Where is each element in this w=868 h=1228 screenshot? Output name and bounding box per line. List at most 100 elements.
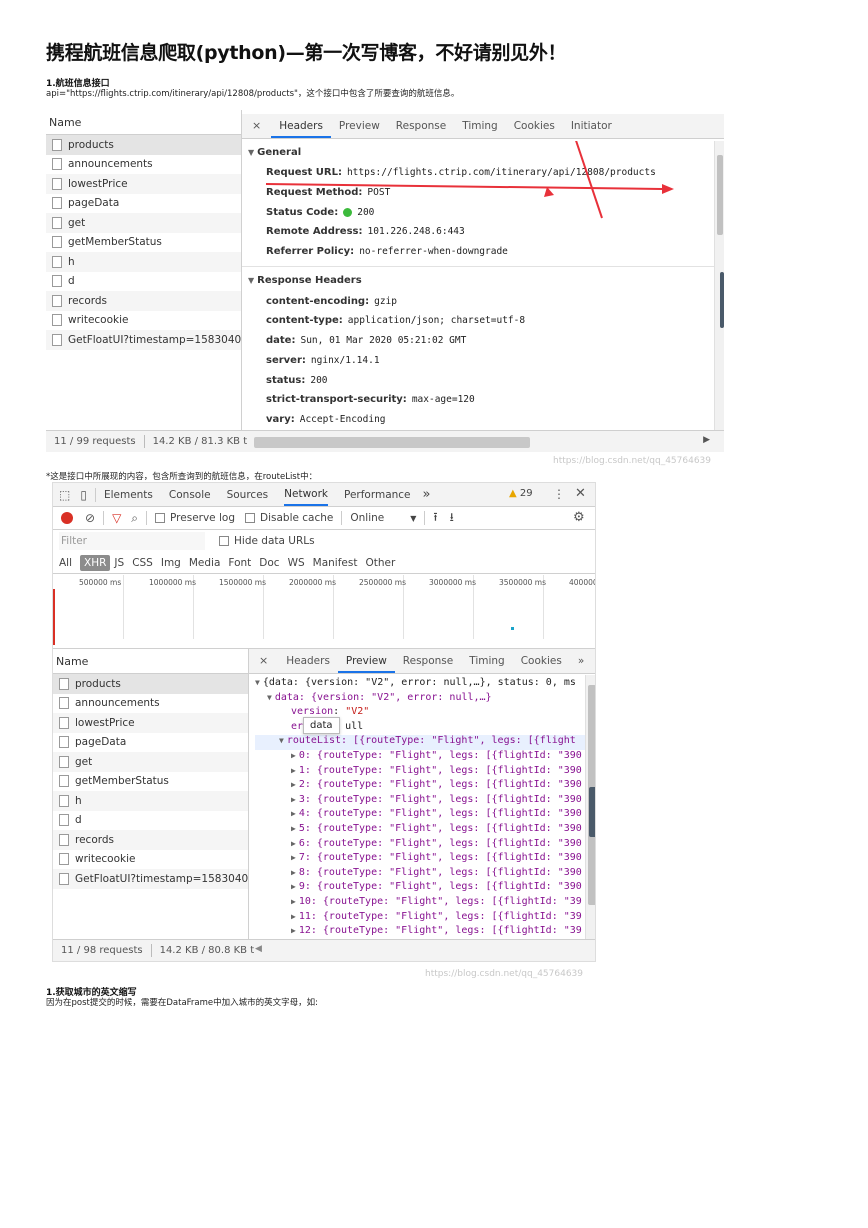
request-row[interactable]: GetFloatUI?timestamp=15830400... [46,330,241,350]
disable-cache-checkbox[interactable]: Disable cache [245,512,333,524]
request-row[interactable]: d [53,811,248,831]
request-row[interactable]: get [53,752,248,772]
name-column-header[interactable]: Name [46,110,241,135]
json-route-item[interactable]: ▶ 7: {routeType: "Flight", legs: [{flight… [255,852,585,867]
json-route-item[interactable]: ▶ 1: {routeType: "Flight", legs: [{flight… [255,765,585,780]
timeline-overview[interactable]: 500000 ms 1000000 ms 1500000 ms 2000000 ms 2… [53,575,595,649]
json-route-item[interactable]: ▶ 11: {routeType: "Flight", legs: [{fligh… [255,911,585,926]
tab-response[interactable]: Response [395,655,461,673]
tab-cookies[interactable]: Cookies [506,120,563,138]
tab-timing[interactable]: Timing [461,655,512,673]
header-value: gzip [374,295,397,307]
type-filter-all[interactable]: All [59,557,72,569]
request-row[interactable]: lowestPrice [46,174,241,194]
json-data-line[interactable]: ▼ data: {version: "V2", error: null,…} [255,692,585,707]
json-route-item[interactable]: ▶ 12: {routeType: "Flight", legs: [{fligh… [255,925,585,939]
header-key: content-type: [266,315,343,327]
json-route-item[interactable]: ▶ 5: {routeType: "Flight", legs: [{flight… [255,823,585,838]
response-headers-toggle[interactable]: ▼ Response Headers [242,269,714,291]
request-row[interactable]: writecookie [53,850,248,870]
tab-preview[interactable]: Preview [337,655,395,673]
json-route-text: 6: {routeType: "Flight", legs: [{flightI… [298,837,582,849]
json-routelist-line[interactable]: ▼ routeList: [{routeType: "Flight", legs:… [255,735,585,750]
request-row[interactable]: records [53,830,248,850]
request-row[interactable]: getMemberStatus [53,772,248,792]
type-filter-doc[interactable]: Doc [259,557,279,569]
inspect-icon[interactable]: ⬚ [59,488,70,502]
type-filter-ws[interactable]: WS [288,557,305,569]
request-row[interactable]: pageData [53,733,248,753]
type-filter-font[interactable]: Font [228,557,251,569]
tab-headers[interactable]: Headers [278,655,338,673]
tab-cookies[interactable]: Cookies [513,655,570,673]
preserve-log-checkbox[interactable]: Preserve log [155,512,235,524]
warning-badge[interactable]: ▲ 29 [509,488,533,499]
json-route-item[interactable]: ▶ 0: {routeType: "Flight", legs: [{flight… [255,750,585,765]
type-filter-css[interactable]: CSS [132,557,153,569]
tab-console[interactable]: Console [169,489,211,501]
name-column-header[interactable]: Name [53,649,248,674]
search-icon[interactable]: ⌕ [131,511,138,526]
settings-gear-icon[interactable]: ⚙ [573,510,585,525]
request-row[interactable]: announcements [46,155,241,175]
json-route-item[interactable]: ▶ 10: {routeType: "Flight", legs: [{fligh… [255,896,585,911]
tab-headers[interactable]: Headers [271,120,331,138]
filter-input[interactable]: Filter [59,532,205,550]
close-devtools-icon[interactable]: ✕ [575,486,586,501]
request-row[interactable]: products [46,135,241,155]
json-route-item[interactable]: ▶ 2: {routeType: "Flight", legs: [{flight… [255,779,585,794]
request-row[interactable]: GetFloatUI?timestamp=15830400... [53,869,248,889]
request-row[interactable]: get [46,213,241,233]
request-row[interactable]: lowestPrice [53,713,248,733]
type-filter-xhr[interactable]: XHR [80,554,111,571]
request-row[interactable]: records [46,291,241,311]
tab-response[interactable]: Response [388,120,454,138]
json-route-text: 2: {routeType: "Flight", legs: [{flightI… [298,779,582,791]
tab-performance[interactable]: Performance [344,489,411,501]
filter-icon[interactable]: ▽ [112,511,121,525]
close-icon[interactable]: × [242,119,271,138]
tab-elements[interactable]: Elements [104,489,153,501]
more-tabs-icon[interactable]: » [570,655,592,673]
throttling-select[interactable]: Online ▼ [350,512,416,524]
request-row[interactable]: getMemberStatus [46,233,241,253]
header-value: max-age=120 [411,394,475,406]
request-row[interactable]: h [53,791,248,811]
json-route-item[interactable]: ▶ 9: {routeType: "Flight", legs: [{flight… [255,881,585,896]
json-route-item[interactable]: ▶ 6: {routeType: "Flight", legs: [{flight… [255,838,585,853]
type-filter-other[interactable]: Other [365,557,395,569]
file-icon [52,236,62,249]
import-har-icon[interactable]: ⭱ [433,508,437,529]
tab-initiator[interactable]: Initiator [563,120,620,138]
tab-sources[interactable]: Sources [227,489,269,501]
request-row[interactable]: announcements [53,694,248,714]
request-row[interactable]: writecookie [46,311,241,331]
more-tabs-icon[interactable]: » [423,487,431,502]
request-row[interactable]: pageData [46,194,241,214]
tab-preview[interactable]: Preview [331,120,388,138]
transfer-size: 14.2 KB / 80.8 KB t [159,945,255,956]
clear-icon[interactable]: ⊘ [85,511,95,525]
request-row[interactable]: h [46,252,241,272]
type-filter-manifest[interactable]: Manifest [313,557,358,569]
tab-timing[interactable]: Timing [454,120,505,138]
type-filter-js[interactable]: JS [114,557,124,569]
json-route-item[interactable]: ▶ 4: {routeType: "Flight", legs: [{flight… [255,808,585,823]
kebab-menu-icon[interactable]: ⋮ [553,487,565,501]
json-root-line[interactable]: ▼ {data: {version: "V2", error: null,…}, … [255,677,585,692]
device-toggle-icon[interactable]: ▯ [80,488,87,502]
close-icon[interactable]: × [249,654,278,673]
request-row[interactable]: products [53,674,248,694]
json-route-item[interactable]: ▶ 8: {routeType: "Flight", legs: [{flight… [255,867,585,882]
tab-network[interactable]: Network [284,484,328,506]
json-route-text: 8: {routeType: "Flight", legs: [{flightI… [298,866,582,878]
scroll-left-icon[interactable]: ◀ [255,944,262,954]
type-filter-media[interactable]: Media [189,557,221,569]
json-route-item[interactable]: ▶ 3: {routeType: "Flight", legs: [{flight… [255,794,585,809]
hide-data-urls-checkbox[interactable]: Hide data URLs [219,535,315,547]
scroll-right-icon[interactable]: ▶ [703,435,710,445]
request-row[interactable]: d [46,272,241,292]
type-filter-img[interactable]: Img [161,557,181,569]
record-icon[interactable] [61,512,73,524]
export-har-icon[interactable]: ⭳ [450,508,454,529]
